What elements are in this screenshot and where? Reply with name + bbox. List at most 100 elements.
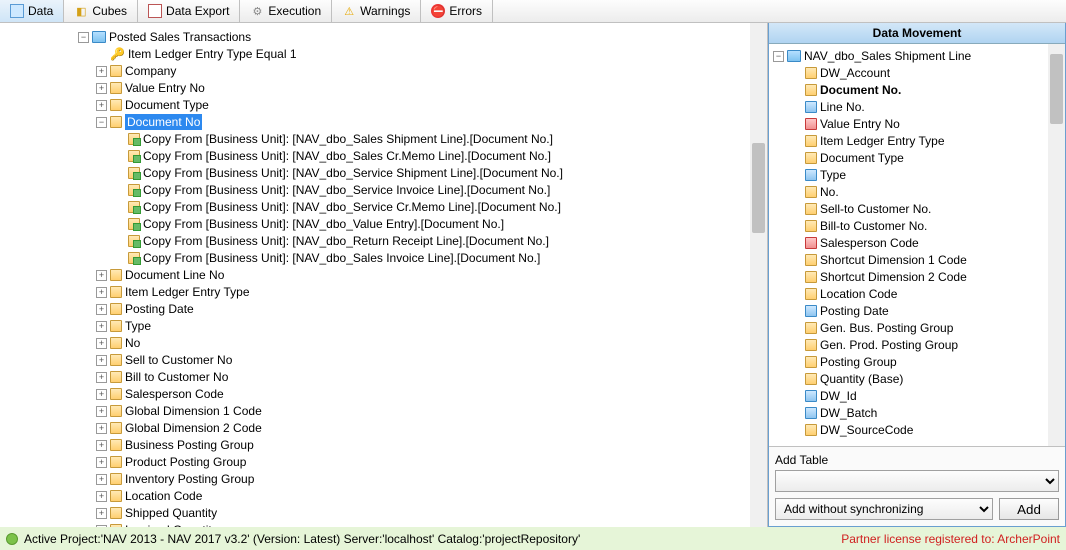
expand-toggle[interactable]: −: [96, 117, 107, 128]
tree-copy-from[interactable]: Copy From [Business Unit]: [NAV_dbo_Serv…: [78, 182, 767, 198]
tree-copy-from[interactable]: Copy From [Business Unit]: [NAV_dbo_Valu…: [78, 216, 767, 232]
column-icon: [110, 320, 122, 332]
scroll-thumb[interactable]: [1050, 54, 1063, 124]
right-col[interactable]: Line No.: [773, 99, 1065, 115]
copy-icon: [128, 201, 140, 213]
expand-toggle[interactable]: +: [96, 287, 107, 298]
tree-col[interactable]: +Location Code: [78, 488, 767, 504]
right-col[interactable]: Gen. Prod. Posting Group: [773, 337, 1065, 353]
data-movement-panel: Data Movement −NAV_dbo_Sales Shipment Li…: [768, 23, 1066, 527]
add-button[interactable]: Add: [999, 498, 1059, 520]
right-col[interactable]: Salesperson Code: [773, 235, 1065, 251]
tree-col[interactable]: +Document Type: [78, 97, 767, 113]
right-col[interactable]: DW_Batch: [773, 405, 1065, 421]
tree-col[interactable]: +Sell to Customer No: [78, 352, 767, 368]
tree-col[interactable]: +Value Entry No: [78, 80, 767, 96]
tree-root[interactable]: −Posted Sales Transactions: [78, 29, 767, 45]
add-mode-select[interactable]: Add without synchronizing: [775, 498, 993, 520]
tab-errors[interactable]: ⛔Errors: [421, 0, 493, 22]
tree-col[interactable]: +Bill to Customer No: [78, 369, 767, 385]
tab-warnings[interactable]: ⚠Warnings: [332, 0, 421, 22]
right-col[interactable]: Item Ledger Entry Type: [773, 133, 1065, 149]
tree-copy-from[interactable]: Copy From [Business Unit]: [NAV_dbo_Sale…: [78, 131, 767, 147]
scrollbar[interactable]: [750, 23, 767, 527]
tree-copy-from[interactable]: Copy From [Business Unit]: [NAV_dbo_Sale…: [78, 250, 767, 266]
column-icon: [110, 439, 122, 451]
expand-toggle[interactable]: +: [96, 270, 107, 281]
column-icon: [110, 405, 122, 417]
panel-title: Data Movement: [769, 23, 1065, 44]
expand-toggle[interactable]: −: [773, 51, 784, 62]
tree-col[interactable]: +Company: [78, 63, 767, 79]
license-text: Partner license registered to: ArcherPoi…: [841, 532, 1060, 546]
tree-copy-from[interactable]: Copy From [Business Unit]: [NAV_dbo_Retu…: [78, 233, 767, 249]
column-icon: [805, 373, 817, 385]
tab-cubes[interactable]: ◧Cubes: [64, 0, 138, 22]
right-col[interactable]: Gen. Bus. Posting Group: [773, 320, 1065, 336]
tree-col[interactable]: +Type: [78, 318, 767, 334]
right-col[interactable]: Posting Date: [773, 303, 1065, 319]
tree-col[interactable]: +Salesperson Code: [78, 386, 767, 402]
expand-toggle[interactable]: +: [96, 423, 107, 434]
add-table-section: Add Table Add without synchronizing Add: [769, 446, 1065, 526]
column-icon: [110, 99, 122, 111]
expand-toggle[interactable]: +: [96, 66, 107, 77]
right-col[interactable]: Location Code: [773, 286, 1065, 302]
column-icon: [805, 288, 817, 300]
expand-toggle[interactable]: +: [96, 83, 107, 94]
tree-copy-from[interactable]: Copy From [Business Unit]: [NAV_dbo_Serv…: [78, 199, 767, 215]
expand-toggle[interactable]: +: [96, 338, 107, 349]
expand-toggle[interactable]: +: [96, 321, 107, 332]
scrollbar[interactable]: [1048, 44, 1065, 446]
right-col[interactable]: No.: [773, 184, 1065, 200]
tab-data[interactable]: Data: [0, 0, 64, 22]
right-col[interactable]: Quantity (Base): [773, 371, 1065, 387]
column-icon: [805, 101, 817, 113]
right-col[interactable]: DW_Id: [773, 388, 1065, 404]
expand-toggle[interactable]: +: [96, 355, 107, 366]
tab-execution[interactable]: ⚙Execution: [240, 0, 332, 22]
tree-col[interactable]: +Product Posting Group: [78, 454, 767, 470]
expand-toggle[interactable]: +: [96, 491, 107, 502]
right-col[interactable]: Bill-to Customer No.: [773, 218, 1065, 234]
tree-col[interactable]: +Shipped Quantity: [78, 505, 767, 521]
expand-toggle[interactable]: +: [96, 406, 107, 417]
tree-col[interactable]: +Posting Date: [78, 301, 767, 317]
right-col[interactable]: DW_SourceCode: [773, 422, 1065, 438]
copy-icon: [128, 133, 140, 145]
right-col[interactable]: Value Entry No: [773, 116, 1065, 132]
right-col[interactable]: Sell-to Customer No.: [773, 201, 1065, 217]
expand-toggle[interactable]: +: [96, 508, 107, 519]
expand-toggle[interactable]: +: [96, 440, 107, 451]
right-col[interactable]: Posting Group: [773, 354, 1065, 370]
tab-export[interactable]: Data Export: [138, 0, 240, 22]
tree-col[interactable]: +Business Posting Group: [78, 437, 767, 453]
tree-col[interactable]: +Global Dimension 1 Code: [78, 403, 767, 419]
right-col[interactable]: Shortcut Dimension 2 Code: [773, 269, 1065, 285]
tree-col-expanded[interactable]: −Document No: [78, 114, 767, 130]
tab-label: Data: [28, 4, 53, 18]
scroll-thumb[interactable]: [752, 143, 765, 233]
right-col[interactable]: Document Type: [773, 150, 1065, 166]
right-col[interactable]: Type: [773, 167, 1065, 183]
tree-col[interactable]: +Inventory Posting Group: [78, 471, 767, 487]
expand-toggle[interactable]: +: [96, 100, 107, 111]
right-col[interactable]: DW_Account: [773, 65, 1065, 81]
tree-copy-from[interactable]: Copy From [Business Unit]: [NAV_dbo_Sale…: [78, 148, 767, 164]
tree-col[interactable]: +Item Ledger Entry Type: [78, 284, 767, 300]
expand-toggle[interactable]: +: [96, 304, 107, 315]
add-table-select[interactable]: [775, 470, 1059, 492]
expand-toggle[interactable]: +: [96, 474, 107, 485]
tree-key[interactable]: 🔑Item Ledger Entry Type Equal 1: [78, 46, 767, 62]
expand-toggle[interactable]: +: [96, 372, 107, 383]
tree-col[interactable]: +No: [78, 335, 767, 351]
expand-toggle[interactable]: +: [96, 389, 107, 400]
tree-col[interactable]: +Document Line No: [78, 267, 767, 283]
tree-copy-from[interactable]: Copy From [Business Unit]: [NAV_dbo_Serv…: [78, 165, 767, 181]
right-col[interactable]: Shortcut Dimension 1 Code: [773, 252, 1065, 268]
expand-toggle[interactable]: +: [96, 457, 107, 468]
tree-col[interactable]: +Global Dimension 2 Code: [78, 420, 767, 436]
right-col[interactable]: Document No.: [773, 82, 1065, 98]
expand-toggle[interactable]: −: [78, 32, 89, 43]
right-root[interactable]: −NAV_dbo_Sales Shipment Line: [773, 48, 1065, 64]
